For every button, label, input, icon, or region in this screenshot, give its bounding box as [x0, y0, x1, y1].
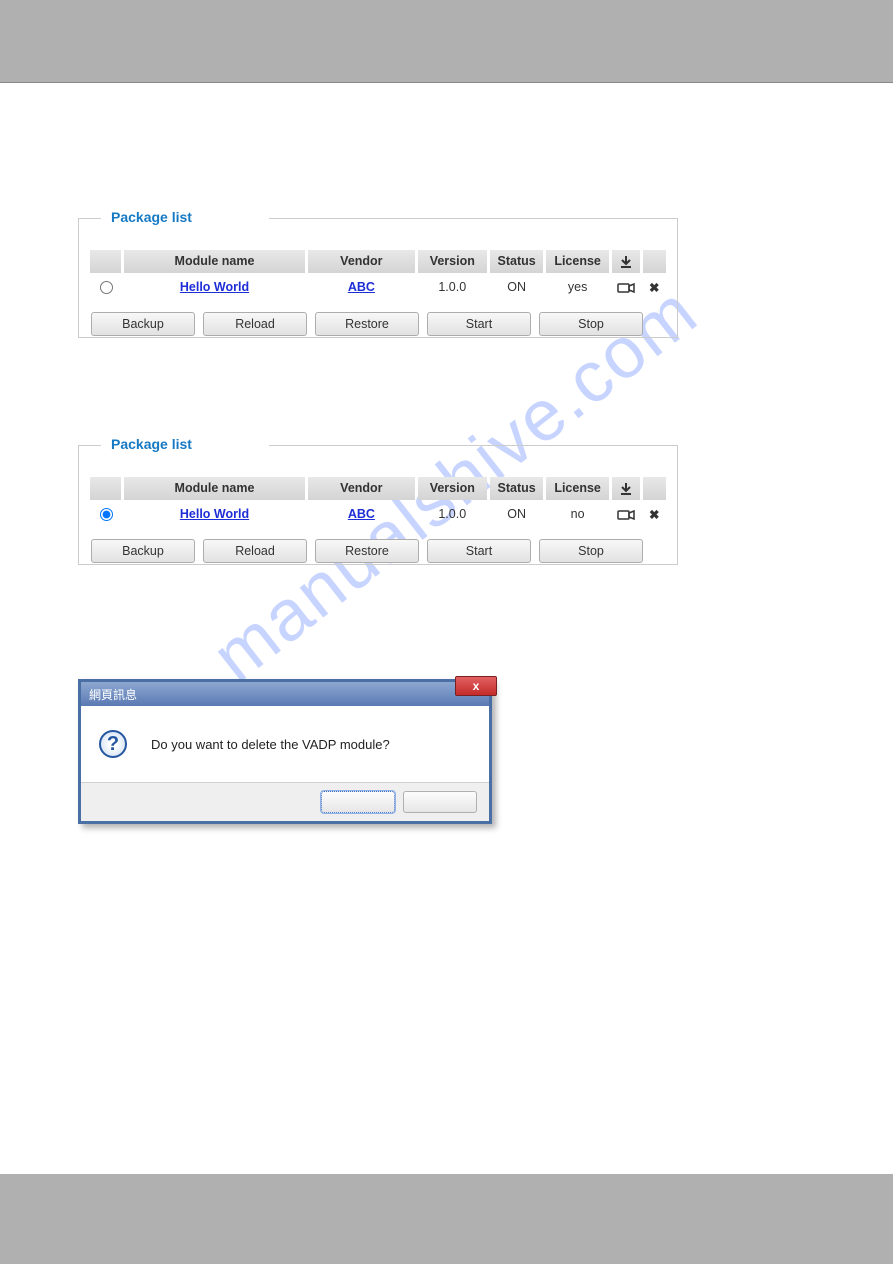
- package-table: Module name Vendor Version Status Licens…: [87, 477, 669, 529]
- panel-legend: Package list: [105, 436, 198, 452]
- license-cell: no: [546, 500, 608, 529]
- col-module-name: Module name: [124, 477, 305, 500]
- table-header-row: Module name Vendor Version Status Licens…: [90, 477, 666, 500]
- question-icon: ?: [99, 730, 127, 758]
- confirm-dialog: 網頁訊息 x ? Do you want to delete the VADP …: [78, 679, 492, 824]
- package-list-panel-1: Package list Module name Vendor Version …: [78, 218, 678, 338]
- page-header-bar: [0, 0, 893, 82]
- col-download-icon: [612, 250, 640, 273]
- start-button[interactable]: Start: [427, 312, 531, 336]
- table-row: Hello World ABC 1.0.0 ON no ✖: [90, 500, 666, 529]
- version-cell: 1.0.0: [418, 500, 487, 529]
- page-footer-bar: [0, 1174, 893, 1264]
- col-module-name: Module name: [124, 250, 305, 273]
- col-license: License: [546, 477, 608, 500]
- camera-icon[interactable]: [612, 500, 640, 529]
- delete-icon[interactable]: ✖: [643, 273, 666, 302]
- page-content: manualshive.com Package list Module name…: [0, 83, 893, 1174]
- col-spacer: [643, 477, 666, 500]
- delete-icon[interactable]: ✖: [643, 500, 666, 529]
- dialog-cancel-button[interactable]: [403, 791, 477, 813]
- col-select: [90, 250, 121, 273]
- col-status: Status: [490, 477, 544, 500]
- restore-button[interactable]: Restore: [315, 312, 419, 336]
- dialog-message: Do you want to delete the VADP module?: [151, 737, 390, 752]
- start-button[interactable]: Start: [427, 539, 531, 563]
- package-table: Module name Vendor Version Status Licens…: [87, 250, 669, 302]
- table-header-row: Module name Vendor Version Status Licens…: [90, 250, 666, 273]
- col-status: Status: [490, 250, 544, 273]
- dialog-title-text: 網頁訊息: [89, 686, 137, 703]
- col-version: Version: [418, 477, 487, 500]
- col-vendor: Vendor: [308, 250, 415, 273]
- module-link[interactable]: Hello World: [180, 280, 249, 294]
- col-vendor: Vendor: [308, 477, 415, 500]
- dialog-body: ? Do you want to delete the VADP module?: [81, 706, 489, 782]
- reload-button[interactable]: Reload: [203, 312, 307, 336]
- module-link[interactable]: Hello World: [180, 507, 249, 521]
- stop-button[interactable]: Stop: [539, 312, 643, 336]
- dialog-titlebar: 網頁訊息 x: [81, 682, 489, 706]
- button-row: Backup Reload Restore Start Stop: [91, 312, 669, 336]
- col-spacer: [643, 250, 666, 273]
- dialog-footer: [81, 782, 489, 821]
- status-cell: ON: [490, 500, 544, 529]
- reload-button[interactable]: Reload: [203, 539, 307, 563]
- select-radio[interactable]: [100, 508, 113, 521]
- license-cell: yes: [546, 273, 608, 302]
- stop-button[interactable]: Stop: [539, 539, 643, 563]
- row-radio-cell[interactable]: [90, 273, 121, 302]
- vendor-link[interactable]: ABC: [348, 280, 375, 294]
- status-cell: ON: [490, 273, 544, 302]
- col-select: [90, 477, 121, 500]
- version-cell: 1.0.0: [418, 273, 487, 302]
- camera-icon[interactable]: [612, 273, 640, 302]
- col-version: Version: [418, 250, 487, 273]
- dialog-ok-button[interactable]: [321, 791, 395, 813]
- col-download-icon: [612, 477, 640, 500]
- dialog-close-button[interactable]: x: [455, 676, 497, 696]
- select-radio[interactable]: [100, 281, 113, 294]
- table-row: Hello World ABC 1.0.0 ON yes ✖: [90, 273, 666, 302]
- backup-button[interactable]: Backup: [91, 312, 195, 336]
- row-radio-cell[interactable]: [90, 500, 121, 529]
- button-row: Backup Reload Restore Start Stop: [91, 539, 669, 563]
- col-license: License: [546, 250, 608, 273]
- panel-legend: Package list: [105, 209, 198, 225]
- package-list-panel-2: Package list Module name Vendor Version …: [78, 445, 678, 565]
- backup-button[interactable]: Backup: [91, 539, 195, 563]
- restore-button[interactable]: Restore: [315, 539, 419, 563]
- vendor-link[interactable]: ABC: [348, 507, 375, 521]
